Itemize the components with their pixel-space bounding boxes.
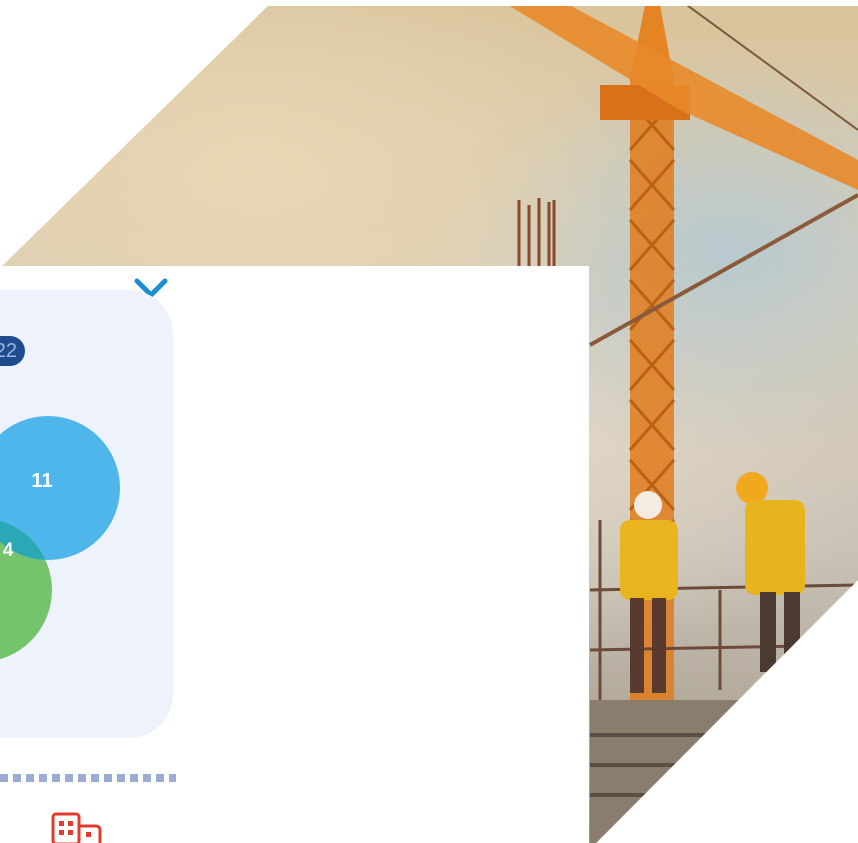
- dotted-divider: [0, 774, 176, 782]
- buildings-icon: [51, 812, 102, 843]
- venn-large-value: 11: [31, 470, 52, 492]
- venn-overlap-value: 4: [3, 540, 14, 561]
- year-badge-text: 22: [0, 340, 17, 362]
- venn-diagram: 11 4: [0, 416, 120, 660]
